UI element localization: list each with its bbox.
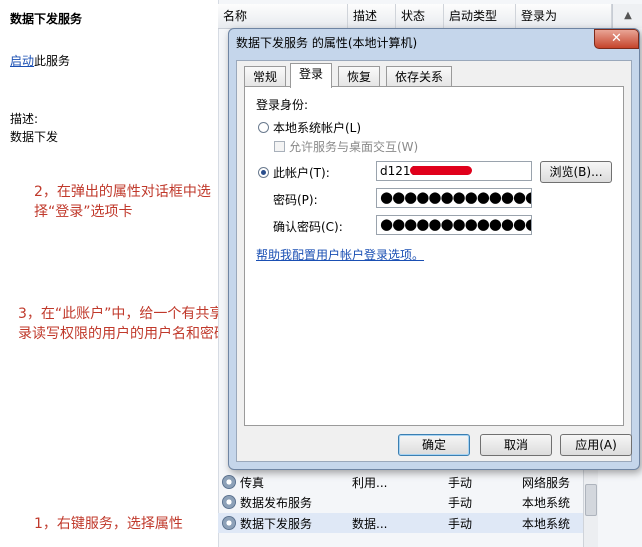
service-desc: 数据... (352, 516, 388, 531)
service-name: 数据下发服务 (240, 516, 313, 531)
local-system-radio[interactable] (258, 122, 269, 133)
service-startup: 手动 (448, 495, 473, 510)
close-icon: ✕ (611, 31, 622, 46)
service-desc: 利用... (352, 475, 388, 490)
column-header-startup-type[interactable]: 启动类型 (444, 4, 516, 28)
column-header-description[interactable]: 描述 (348, 4, 396, 28)
browse-button[interactable]: 浏览(B)... (540, 161, 612, 183)
service-gear-icon (222, 495, 236, 509)
service-gear-icon (222, 516, 236, 530)
tab-recovery[interactable]: 恢复 (338, 66, 381, 87)
tab-dependencies[interactable]: 依存关系 (386, 66, 453, 87)
service-name: 数据发布服务 (240, 495, 313, 510)
this-account-label: 此帐户(T): (273, 166, 330, 180)
tab-general[interactable]: 常规 (244, 66, 287, 87)
services-list-header: 名称 描述 状态 启动类型 登录为 (218, 4, 612, 29)
table-row[interactable]: 传真 利用... 手动 网络服务 (218, 472, 594, 492)
table-row[interactable]: 数据发布服务 手动 本地系统 (218, 492, 594, 512)
ok-button[interactable]: 确定 (398, 434, 470, 456)
service-name: 传真 (240, 475, 265, 490)
annotation-step-2: 2，在弹出的属性对话框中选择“登录”选项卡 (34, 184, 211, 220)
column-header-name[interactable]: 名称 (218, 4, 348, 28)
apply-button[interactable]: 应用(A) (560, 434, 632, 456)
table-row-selected[interactable]: 数据下发服务 数据... 手动 本地系统 (218, 513, 594, 533)
description-value: 数据下发 (10, 130, 59, 144)
confirm-password-input[interactable]: ●●●●●●●●●●●●●●● (376, 215, 532, 235)
column-header-logon-as[interactable]: 登录为 (516, 4, 612, 28)
annotation-step-1: 1，右键服务，选择属性 (34, 516, 183, 532)
start-service-link[interactable]: 启动 (10, 54, 34, 68)
password-input[interactable]: ●●●●●●●●●●●●●●● (376, 188, 532, 208)
start-service-row: 启动此服务 (10, 52, 70, 69)
tab-logon[interactable]: 登录 (290, 63, 333, 88)
this-account-radio[interactable] (258, 167, 269, 178)
confirm-password-label: 确认密码(C): (273, 220, 343, 234)
help-configure-link[interactable]: 帮助我配置用户帐户登录选项。 (256, 246, 424, 263)
service-startup: 手动 (448, 475, 473, 490)
service-gear-icon (222, 475, 236, 489)
password-label: 密码(P): (273, 193, 318, 207)
dialog-title: 数据下发服务 的属性(本地计算机) (236, 36, 418, 50)
service-title: 数据下发服务 (10, 12, 83, 26)
description-label: 描述: (10, 112, 39, 126)
column-header-status[interactable]: 状态 (396, 4, 444, 28)
list-scrollbar-thumb[interactable] (585, 484, 597, 516)
service-startup: 手动 (448, 516, 473, 531)
allow-desktop-checkbox[interactable] (274, 141, 285, 152)
redaction-mark (410, 166, 472, 175)
allow-desktop-label: 允许服务与桌面交互(W) (289, 140, 419, 154)
cancel-button[interactable]: 取消 (480, 434, 552, 456)
logon-as-label: 登录身份: (256, 98, 309, 112)
start-service-suffix: 此服务 (34, 54, 71, 68)
scroll-up-icon[interactable]: ▲ (612, 4, 642, 28)
local-system-label: 本地系统帐户(L) (273, 121, 362, 135)
close-button[interactable]: ✕ (594, 29, 639, 49)
service-detail-pane (0, 0, 218, 547)
annotation-step-3: 3，在“此账户”中，给一个有共享目录读写权限的用户的用户名和密码 (18, 306, 238, 342)
